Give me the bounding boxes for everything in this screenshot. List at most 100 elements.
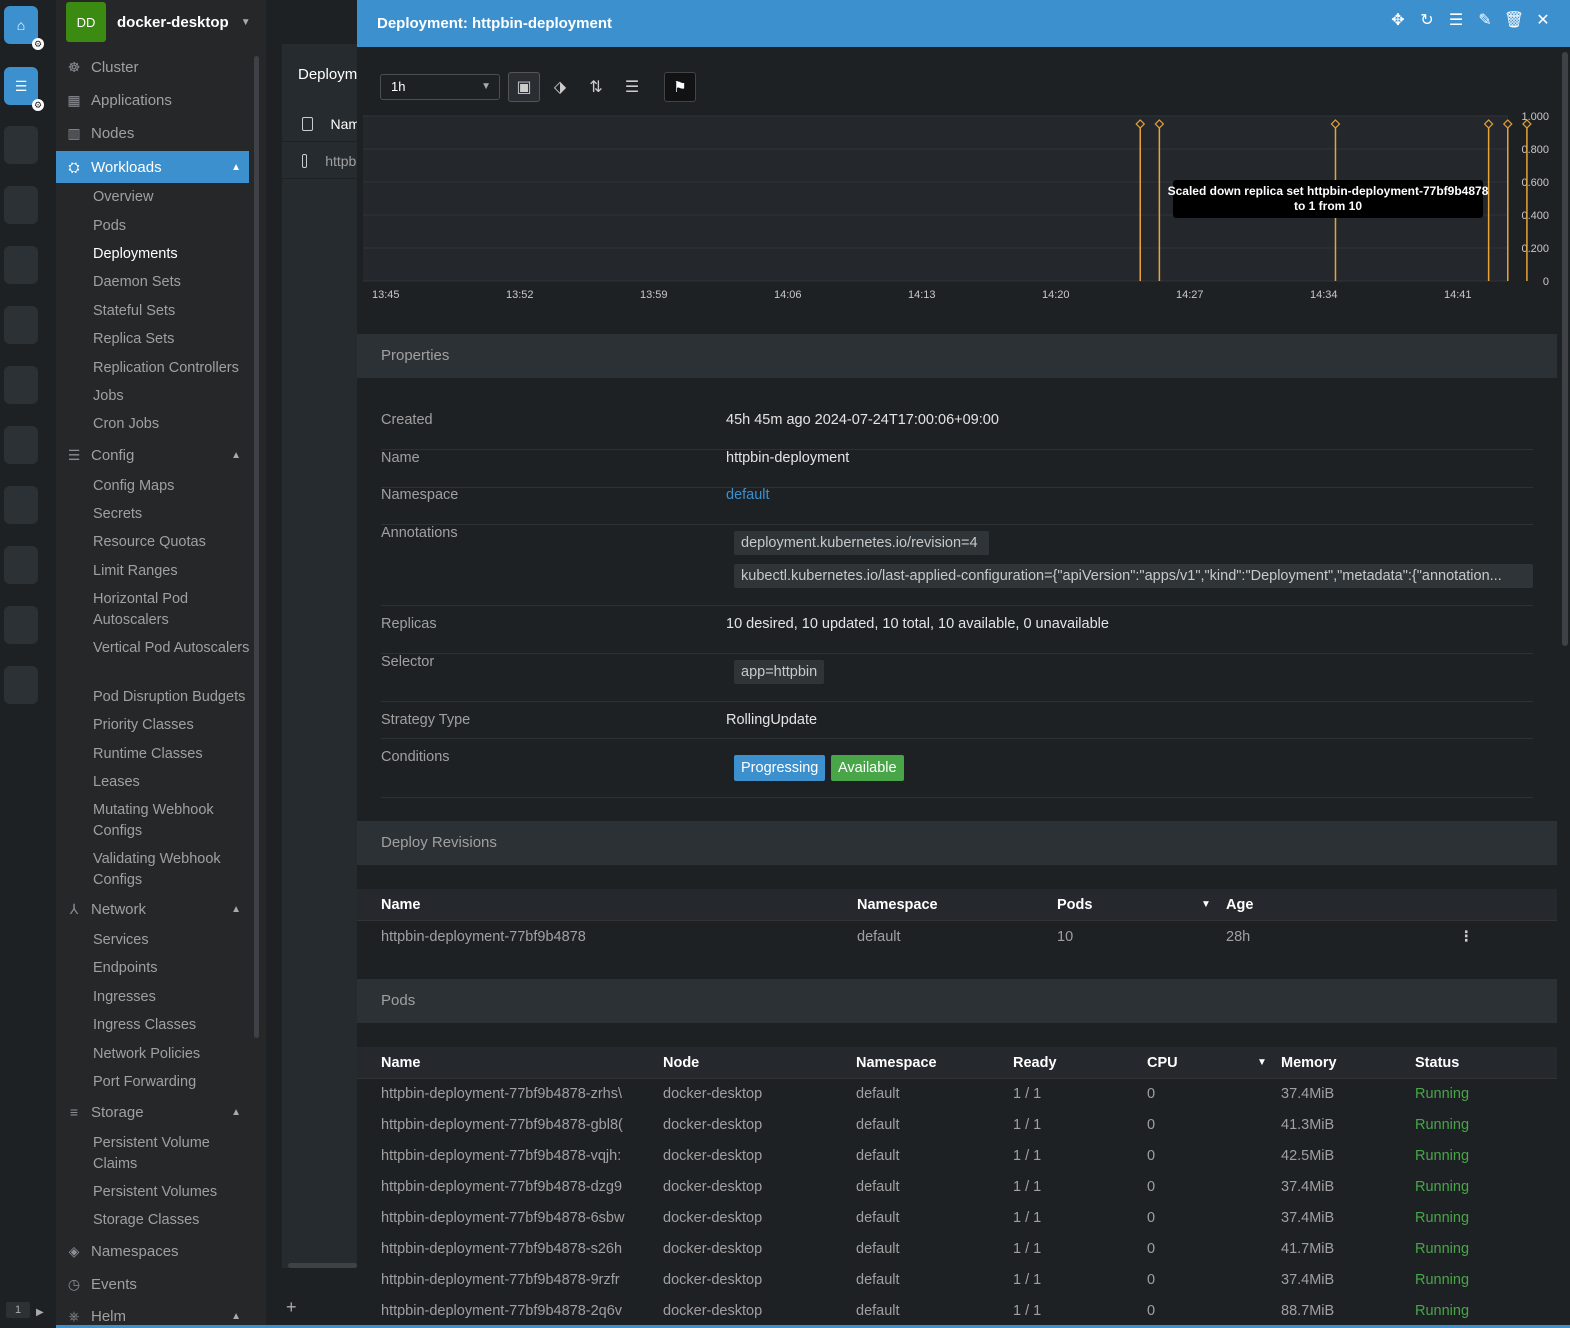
- sidebar-item-replication-controllers[interactable]: Replication Controllers: [93, 358, 253, 379]
- sidebar-item-workloads[interactable]: ⛭ Workloads ▲: [56, 151, 249, 183]
- column-header[interactable]: Age: [1226, 889, 1253, 921]
- sidebar-item-storage[interactable]: ≡ Storage ▲: [56, 1096, 249, 1128]
- table-row[interactable]: httpbin-deployment-77bf9b4878-9rzfr docke…: [357, 1265, 1557, 1296]
- chevron-right-icon[interactable]: ▶: [36, 1307, 44, 1318]
- column-header[interactable]: Namespace: [857, 889, 938, 921]
- delete-icon[interactable]: 🗑: [1504, 11, 1524, 29]
- table-row[interactable]: httpbin-deployment-77bf9b4878-2q6v docker…: [357, 1296, 1557, 1327]
- sidebar-item-ingress-classes[interactable]: Ingress Classes: [93, 1015, 253, 1036]
- sidebar-item-overview[interactable]: Overview: [93, 187, 253, 208]
- plus-icon[interactable]: +: [286, 1297, 297, 1318]
- horizontal-scrollbar[interactable]: [288, 1263, 357, 1268]
- cluster-hotbar-button[interactable]: ☰ ⚙: [4, 67, 44, 111]
- table-row[interactable]: httpbin-deployment-77bf9b4878-zrhs\ docke…: [357, 1079, 1557, 1110]
- table-row[interactable]: httpbin-deployment-77bf9b4878-6sbw docker…: [357, 1203, 1557, 1234]
- sidebar-item-runtime-classes[interactable]: Runtime Classes: [93, 744, 253, 765]
- sidebar-item-network-policies[interactable]: Network Policies: [93, 1044, 253, 1065]
- sidebar-item-cron-jobs[interactable]: Cron Jobs: [93, 414, 253, 435]
- events-metric-tab[interactable]: ⚑: [664, 72, 696, 102]
- sidebar-item-secrets[interactable]: Secrets: [93, 504, 253, 525]
- column-header[interactable]: Status: [1415, 1047, 1459, 1079]
- hotbar-slot[interactable]: [4, 306, 38, 344]
- scale-icon[interactable]: ✥: [1389, 11, 1407, 29]
- namespace-link[interactable]: default: [726, 487, 770, 503]
- sidebar-item-endpoints[interactable]: Endpoints: [93, 958, 253, 979]
- sidebar-item-events[interactable]: ◷ Events: [56, 1268, 249, 1300]
- sidebar-item-deployments[interactable]: Deployments: [93, 244, 253, 265]
- sidebar-item-persistent-volume-claims[interactable]: Persistent Volume Claims: [93, 1133, 253, 1175]
- column-header[interactable]: Namespace: [856, 1047, 937, 1079]
- table-row[interactable]: httpbin-deployment-77bf9b4878-dzg9 docker…: [357, 1172, 1557, 1203]
- column-name[interactable]: Name: [331, 116, 357, 132]
- sidebar-item-ingresses[interactable]: Ingresses: [93, 987, 253, 1008]
- hotbar-slot[interactable]: [4, 606, 38, 644]
- hotbar-slot[interactable]: [4, 246, 38, 284]
- edit-icon[interactable]: ✎: [1476, 11, 1494, 29]
- column-header[interactable]: Node: [663, 1047, 699, 1079]
- layers-icon: ◈: [68, 1242, 80, 1259]
- sidebar-item-validating-webhook-configs[interactable]: Validating Webhook Configs: [93, 849, 253, 891]
- memory-metric-tab[interactable]: ⬗: [544, 72, 576, 102]
- sidebar-item-limit-ranges[interactable]: Limit Ranges: [93, 561, 253, 582]
- hotbar-slot[interactable]: [4, 486, 38, 524]
- sidebar-item-leases[interactable]: Leases: [93, 772, 253, 793]
- time-range-select[interactable]: 1h ▼: [380, 74, 500, 100]
- sort-down-icon[interactable]: ▼: [1201, 889, 1211, 921]
- sidebar-item-mutating-webhook-configs[interactable]: Mutating Webhook Configs: [93, 800, 253, 842]
- sidebar-scrollbar[interactable]: [254, 56, 259, 1038]
- sidebar-item-replica-sets[interactable]: Replica Sets: [93, 329, 253, 350]
- sidebar-item-stateful-sets[interactable]: Stateful Sets: [93, 301, 253, 322]
- table-row[interactable]: httpbin-deployment-77bf9b4878-s26h docker…: [357, 1234, 1557, 1265]
- sidebar-item-storage-classes[interactable]: Storage Classes: [93, 1210, 253, 1231]
- hotbar-slot[interactable]: [4, 666, 38, 704]
- column-header[interactable]: Name: [381, 889, 421, 921]
- sidebar-item-services[interactable]: Services: [93, 930, 253, 951]
- network-metric-tab[interactable]: ⇅: [580, 72, 612, 102]
- sidebar-item-config[interactable]: ☰ Config ▲: [56, 439, 249, 471]
- sidebar-item-jobs[interactable]: Jobs: [93, 386, 253, 407]
- sidebar-item-pods[interactable]: Pods: [93, 216, 253, 237]
- table-row[interactable]: httpbin-deployment-77bf9b4878-gbl8(docke…: [357, 1110, 1557, 1141]
- sidebar-item-priority-classes[interactable]: Priority Classes: [93, 715, 253, 736]
- sidebar-item-applications[interactable]: ▦ Applications: [56, 84, 249, 116]
- sidebar-item-daemon-sets[interactable]: Daemon Sets: [93, 272, 253, 293]
- column-header[interactable]: Name: [381, 1047, 421, 1079]
- sidebar-item-cluster[interactable]: ☸ Cluster: [56, 51, 249, 83]
- filesystem-metric-tab[interactable]: ☰: [616, 72, 648, 102]
- sidebar-item-horizontal-pod-autoscalers[interactable]: Horizontal Pod Autoscalers: [93, 589, 253, 631]
- hotbar-slot[interactable]: [4, 366, 38, 404]
- home-button[interactable]: ⌂ ⚙: [4, 6, 44, 50]
- close-icon[interactable]: ✕: [1534, 11, 1552, 29]
- sidebar-item-port-forwarding[interactable]: Port Forwarding: [93, 1072, 253, 1093]
- hotbar-slot[interactable]: [4, 546, 38, 584]
- home-icon: ⌂: [16, 17, 26, 33]
- hotbar-slot[interactable]: [4, 126, 38, 164]
- sidebar-item-vertical-pod-autoscalers[interactable]: Vertical Pod Autoscalers: [93, 638, 253, 659]
- property-label: Replicas: [381, 616, 437, 632]
- sidebar-item-persistent-volumes[interactable]: Persistent Volumes: [93, 1182, 253, 1203]
- sidebar-item-network[interactable]: ⅄ Network ▲: [56, 893, 249, 925]
- sidebar-item-namespaces[interactable]: ◈ Namespaces: [56, 1235, 249, 1267]
- hotbar-slot[interactable]: [4, 186, 38, 224]
- sidebar-item-helm[interactable]: ⎈ Helm ▲: [56, 1300, 249, 1328]
- sidebar-item-resource-quotas[interactable]: Resource Quotas: [93, 532, 253, 553]
- sidebar-item-pod-disruption-budgets[interactable]: Pod Disruption Budgets: [93, 687, 253, 708]
- table-row[interactable]: httpbin-deployment-77bf9b4878 default 10…: [357, 922, 1557, 953]
- column-header[interactable]: Ready: [1013, 1047, 1057, 1079]
- column-header[interactable]: CPU: [1147, 1047, 1178, 1079]
- row-checkbox[interactable]: [302, 153, 308, 168]
- hotbar-slot[interactable]: [4, 426, 38, 464]
- more-menu-icon[interactable]: ⋮: [1459, 922, 1474, 953]
- table-row[interactable]: httpbin-deployment: [282, 143, 357, 179]
- cluster-selector[interactable]: DD docker-desktop ▼: [66, 2, 256, 42]
- restart-icon[interactable]: ↻: [1418, 11, 1436, 29]
- sidebar-item-config-maps[interactable]: Config Maps: [93, 476, 253, 497]
- logs-icon[interactable]: ☰: [1447, 11, 1465, 29]
- cpu-metric-tab[interactable]: ▣: [508, 72, 540, 102]
- table-row[interactable]: httpbin-deployment-77bf9b4878-vqjh: docke…: [357, 1141, 1557, 1172]
- sidebar-item-nodes[interactable]: ▥ Nodes: [56, 117, 249, 149]
- column-header[interactable]: Memory: [1281, 1047, 1337, 1079]
- column-header[interactable]: Pods: [1057, 889, 1092, 921]
- sort-down-icon[interactable]: ▼: [1257, 1047, 1267, 1079]
- select-all-checkbox[interactable]: [302, 116, 313, 131]
